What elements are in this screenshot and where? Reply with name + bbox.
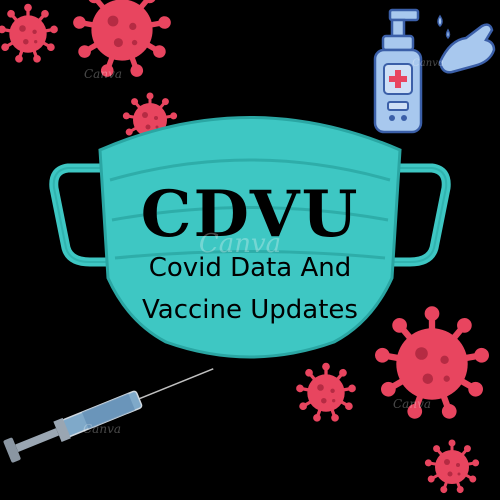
virus-icon-right-large — [373, 306, 491, 421]
logo-artwork: CDVU Covid Data And Vaccine Updates Canv… — [0, 0, 496, 495]
watermark-center: Canva — [199, 229, 281, 259]
hand-sanitizer-icon — [373, 8, 496, 134]
watermark-top: Canva — [84, 67, 122, 81]
virus-icon-top-left — [0, 3, 59, 64]
syringe-icon — [3, 368, 214, 463]
virus-icon-bottom-mid — [295, 362, 357, 423]
logo-canvas: CDVU Covid Data And Vaccine Updates Canv… — [0, 0, 500, 500]
watermark-right: Canva — [393, 397, 431, 411]
virus-icon-bottom-right — [424, 439, 480, 495]
watermark-syringe: Canva — [83, 422, 121, 436]
watermark-sanitizer: Canva — [412, 58, 444, 69]
logo-subtitle-line2: Vaccine Updates — [142, 295, 358, 325]
